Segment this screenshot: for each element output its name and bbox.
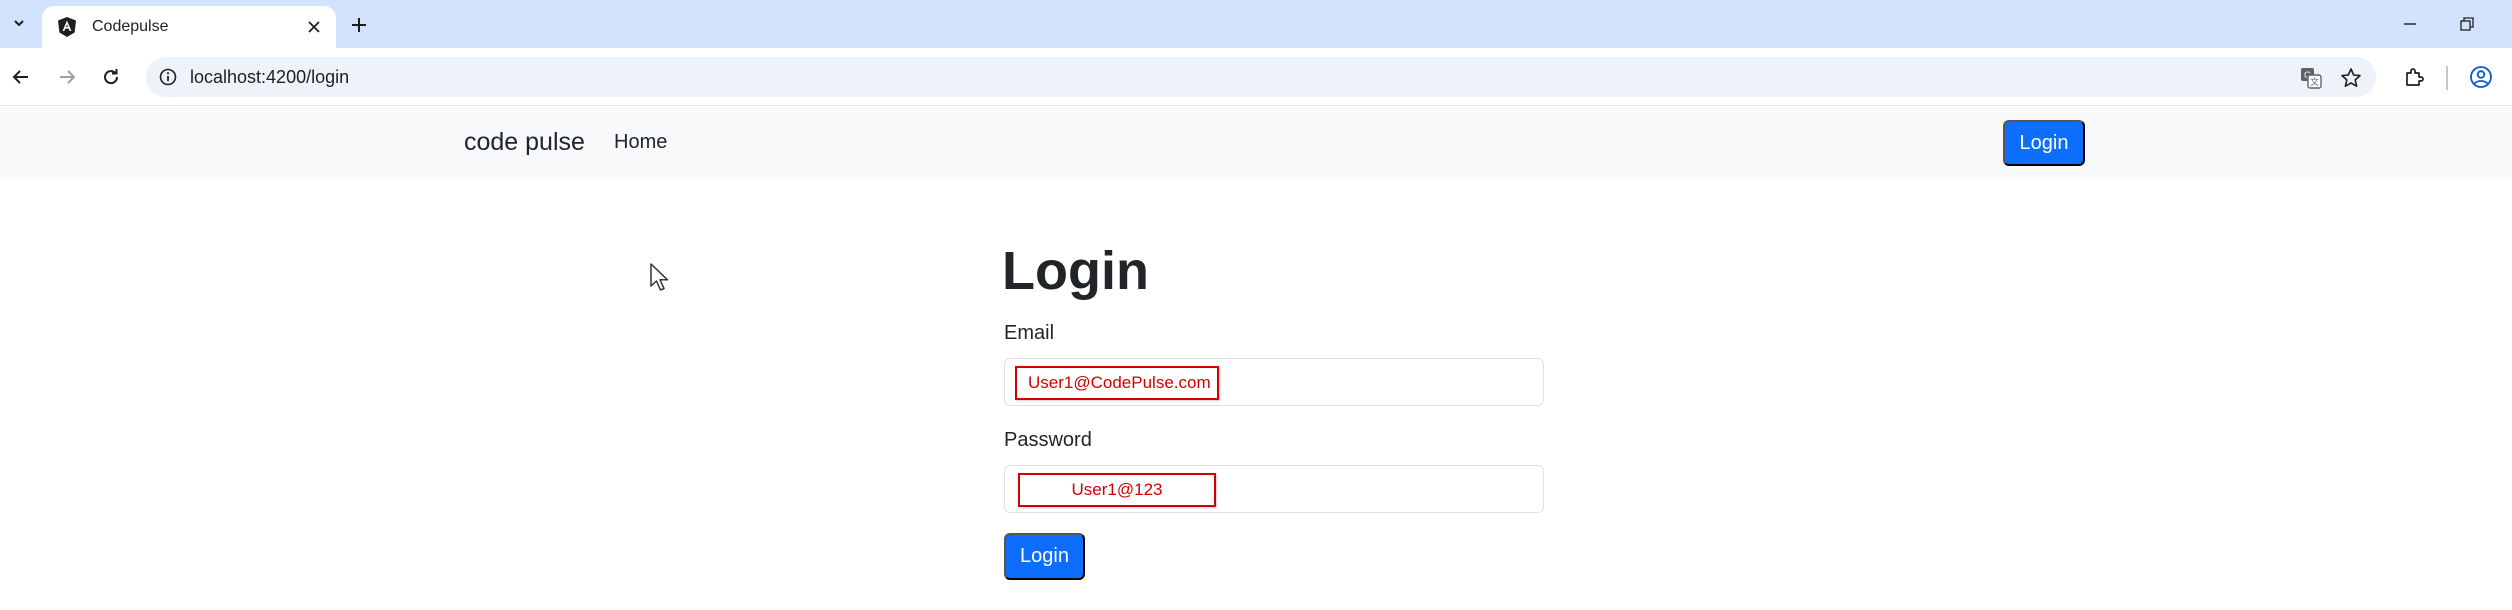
arrow-right-icon (60, 70, 76, 84)
reload-button[interactable] (96, 62, 126, 92)
arrow-left-icon (12, 70, 28, 84)
tab-search-button[interactable] (6, 10, 32, 36)
site-navbar: code pulse Home Login (0, 107, 2512, 179)
address-bar[interactable]: localhost:4200/login G文 (146, 57, 2376, 97)
page-title: Login (1002, 241, 1149, 301)
restore-button[interactable] (2444, 10, 2490, 38)
plus-icon (352, 18, 366, 32)
brand-link[interactable]: code pulse (464, 128, 585, 157)
bookmark-star-icon[interactable] (2338, 65, 2364, 91)
browser-tab-codepulse[interactable]: Codepulse (42, 6, 336, 48)
email-label: Email (1004, 322, 1055, 344)
login-submit-button[interactable]: Login (1004, 533, 1085, 580)
browser-tab-strip: Codepulse (0, 0, 2512, 48)
password-field[interactable]: User1@123 (1004, 465, 1544, 513)
navbar-login-button[interactable]: Login (2003, 120, 2085, 166)
toolbar-separator (2446, 66, 2448, 90)
angular-logo-icon (58, 17, 76, 37)
svg-text:文: 文 (2310, 76, 2319, 88)
site-info-icon[interactable] (156, 65, 180, 89)
url-text: localhost:4200/login (190, 67, 350, 87)
nav-link-home[interactable]: Home (614, 131, 667, 154)
password-label: Password (1004, 429, 1092, 451)
new-tab-button[interactable] (346, 12, 372, 38)
extensions-button[interactable] (2400, 62, 2430, 92)
account-circle-icon (2470, 66, 2492, 88)
mouse-cursor-icon (650, 263, 669, 291)
password-value: User1@123 (1018, 473, 1216, 507)
puzzle-icon (2406, 68, 2424, 86)
tab-title: Codepulse (92, 18, 169, 35)
email-field[interactable]: User1@CodePulse.com (1004, 358, 1544, 406)
translate-icon[interactable]: G文 (2298, 65, 2324, 91)
close-icon (308, 21, 320, 33)
back-button[interactable] (6, 62, 36, 92)
minimize-button[interactable] (2387, 10, 2433, 38)
email-value: User1@CodePulse.com (1015, 366, 1219, 400)
minimize-icon (2404, 23, 2416, 25)
profile-button[interactable] (2466, 62, 2496, 92)
browser-toolbar: localhost:4200/login G文 (0, 48, 2512, 106)
reload-icon (104, 69, 119, 85)
forward-button[interactable] (52, 62, 82, 92)
tab-close-button[interactable] (302, 15, 326, 39)
chevron-down-icon (14, 20, 24, 27)
restore-icon (2460, 17, 2474, 31)
